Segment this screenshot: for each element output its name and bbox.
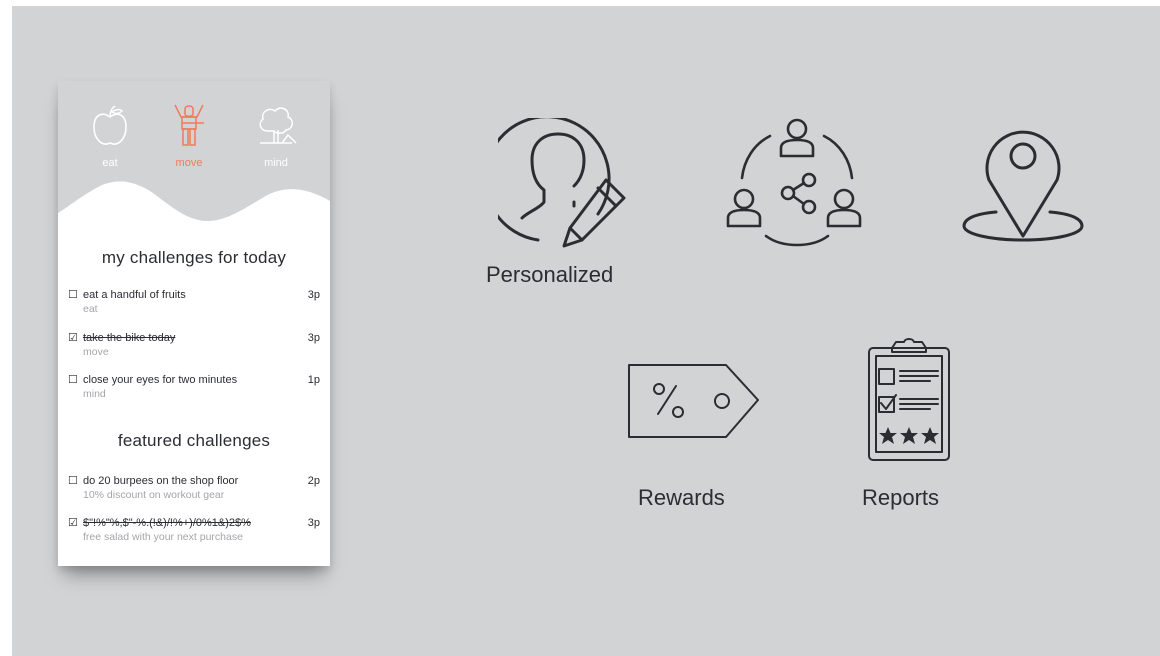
- discount-tag-icon: [628, 364, 759, 438]
- challenge-title: do 20 burpees on the shop floor: [83, 475, 239, 487]
- challenge-title: $"!%"%,$"-%.(!&)/!%+)/0%1&)2$%: [83, 517, 251, 529]
- challenge-points: 2p: [307, 475, 320, 487]
- challenge-points: 3p: [307, 332, 320, 344]
- challenge-category: move: [83, 346, 109, 358]
- checkbox-unchecked-icon[interactable]: ☐: [68, 290, 78, 301]
- person-exercise-icon: [174, 104, 204, 146]
- feature-label-rewards: Rewards: [638, 485, 725, 510]
- feature-label-reports: Reports: [862, 485, 940, 510]
- category-eat[interactable]: eat: [75, 103, 145, 169]
- tree-icon: [259, 107, 297, 144]
- clipboard-report-icon: [868, 338, 950, 461]
- people-share-icon: [726, 118, 862, 247]
- category-label: eat: [102, 157, 118, 169]
- feature-label-personalized: Personalized: [486, 262, 614, 287]
- challenge-points: 3p: [307, 289, 320, 301]
- checkbox-unchecked-icon[interactable]: ☐: [68, 476, 78, 487]
- challenge-reward: 10% discount on workout gear: [83, 489, 225, 501]
- person-edit-icon: [498, 118, 626, 248]
- challenge-title: take the bike today: [83, 332, 176, 344]
- apple-icon: [93, 105, 127, 145]
- checkbox-checked-icon[interactable]: ☑: [68, 333, 78, 344]
- challenge-category: eat: [83, 303, 98, 315]
- challenge-title: eat a handful of fruits: [83, 289, 186, 301]
- challenge-title: close your eyes for two minutes: [83, 374, 238, 386]
- challenge-points: 1p: [307, 374, 320, 386]
- challenge-reward: free salad with your next purchase: [83, 531, 243, 543]
- challenge-points: 3p: [307, 517, 320, 529]
- category-move[interactable]: move: [154, 103, 224, 169]
- checkbox-checked-icon[interactable]: ☑: [68, 518, 78, 529]
- checkbox-unchecked-icon[interactable]: ☐: [68, 375, 78, 386]
- category-label: mind: [264, 157, 288, 169]
- featured-section-title: featured challenges: [117, 431, 271, 450]
- challenge-category: mind: [83, 388, 106, 400]
- category-label: move: [175, 157, 203, 169]
- location-pin-icon: [962, 130, 1084, 242]
- today-section-title: my challenges for today: [101, 248, 287, 267]
- phone-card: eat move mind my challenges for today ☐ …: [58, 81, 330, 566]
- category-mind[interactable]: mind: [241, 103, 311, 169]
